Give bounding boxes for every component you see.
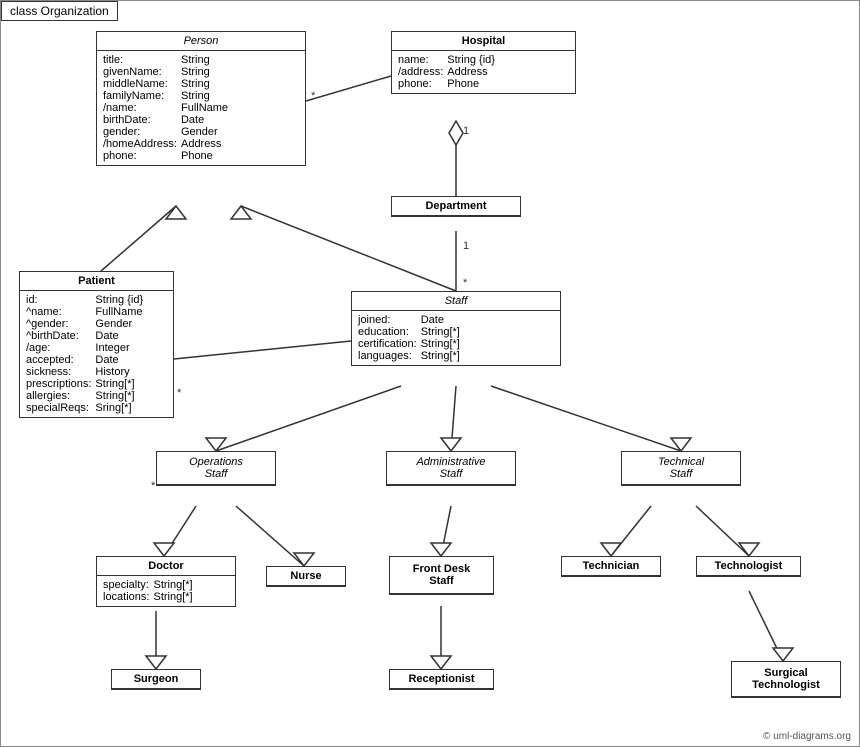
copyright: © uml-diagrams.org bbox=[763, 731, 851, 742]
hospital-body: name:String {id} /address:Address phone:… bbox=[392, 51, 575, 93]
technical-staff-title: TechnicalStaff bbox=[622, 452, 740, 485]
staff-body: joined:Date education:String[*] certific… bbox=[352, 311, 560, 365]
administrative-staff-class: AdministrativeStaff bbox=[386, 451, 516, 486]
front-desk-staff-class: Front DeskStaff bbox=[389, 556, 494, 595]
patient-class: Patient id:String {id} ^name:FullName ^g… bbox=[19, 271, 174, 418]
person-title: Person bbox=[97, 32, 305, 51]
doctor-body: specialty:String[*] locations:String[*] bbox=[97, 576, 235, 606]
surgeon-class: Surgeon bbox=[111, 669, 201, 690]
surgical-technologist-class: SurgicalTechnologist bbox=[731, 661, 841, 698]
svg-text:*: * bbox=[311, 90, 316, 102]
svg-text:1: 1 bbox=[463, 240, 469, 252]
operations-staff-title: OperationsStaff bbox=[157, 452, 275, 485]
staff-class: Staff joined:Date education:String[*] ce… bbox=[351, 291, 561, 366]
diagram-container: class Organization * 1 1 * * * bbox=[0, 0, 860, 747]
hospital-title: Hospital bbox=[392, 32, 575, 51]
operations-staff-class: OperationsStaff bbox=[156, 451, 276, 486]
receptionist-title: Receptionist bbox=[390, 670, 493, 689]
front-desk-staff-title: Front DeskStaff bbox=[390, 557, 493, 594]
surgical-technologist-title: SurgicalTechnologist bbox=[732, 662, 840, 697]
patient-title: Patient bbox=[20, 272, 173, 291]
department-title: Department bbox=[392, 197, 520, 216]
doctor-class: Doctor specialty:String[*] locations:Str… bbox=[96, 556, 236, 607]
patient-body: id:String {id} ^name:FullName ^gender:Ge… bbox=[20, 291, 173, 417]
svg-text:*: * bbox=[177, 387, 182, 399]
technician-title: Technician bbox=[562, 557, 660, 576]
svg-text:1: 1 bbox=[463, 125, 469, 137]
doctor-title: Doctor bbox=[97, 557, 235, 576]
technician-class: Technician bbox=[561, 556, 661, 577]
nurse-title: Nurse bbox=[267, 567, 345, 586]
svg-text:*: * bbox=[463, 277, 468, 289]
technical-staff-class: TechnicalStaff bbox=[621, 451, 741, 486]
receptionist-class: Receptionist bbox=[389, 669, 494, 690]
administrative-staff-title: AdministrativeStaff bbox=[387, 452, 515, 485]
person-body: title:String givenName:String middleName… bbox=[97, 51, 305, 165]
technologist-title: Technologist bbox=[697, 557, 800, 576]
technologist-class: Technologist bbox=[696, 556, 801, 577]
nurse-class: Nurse bbox=[266, 566, 346, 587]
staff-title: Staff bbox=[352, 292, 560, 311]
person-class: Person title:String givenName:String mid… bbox=[96, 31, 306, 166]
department-class: Department bbox=[391, 196, 521, 217]
hospital-class: Hospital name:String {id} /address:Addre… bbox=[391, 31, 576, 94]
surgeon-title: Surgeon bbox=[112, 670, 200, 689]
diagram-title: class Organization bbox=[1, 1, 118, 21]
